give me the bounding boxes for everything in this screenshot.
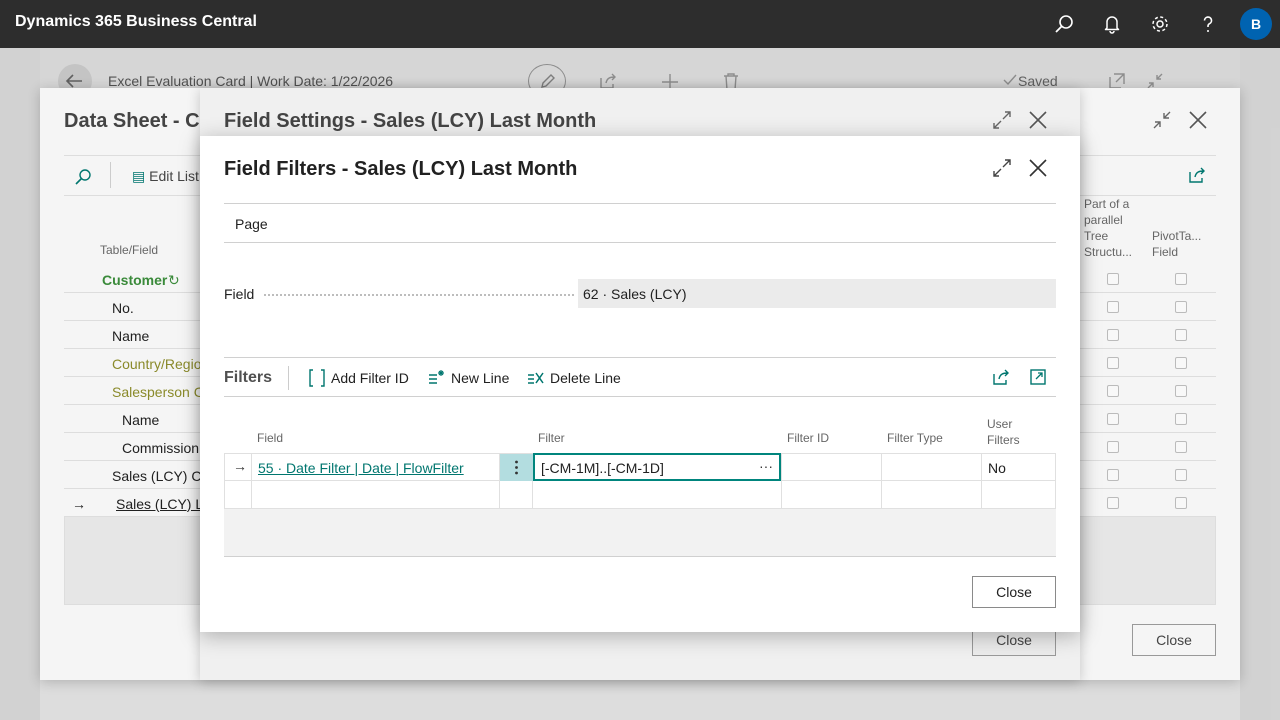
checkbox[interactable]	[1175, 497, 1187, 509]
edit-list-icon: ▤	[132, 168, 150, 184]
close-button[interactable]: Close	[1132, 624, 1216, 656]
checkbox[interactable]	[1107, 497, 1119, 509]
divider	[224, 357, 1056, 358]
row-arrow-icon: →	[72, 496, 86, 512]
column-header-parallel[interactable]: Part of a parallel Tree Structu...	[1084, 196, 1144, 260]
column-header-pivot[interactable]: PivotTa... Field	[1152, 228, 1212, 260]
field-leader-dots	[264, 294, 574, 296]
column-header-filter[interactable]: Filter	[538, 430, 565, 446]
open-in-window-icon[interactable]	[1029, 368, 1047, 386]
column-divider	[251, 481, 252, 508]
lookup-ellipsis-icon[interactable]: ···	[759, 458, 773, 474]
dialog-title: Field Filters - Sales (LCY) Last Month	[224, 158, 578, 180]
checkbox[interactable]	[1175, 385, 1187, 397]
filters-section-title[interactable]: Filters	[224, 369, 272, 387]
row-label: Sales (LCY) Cur	[112, 468, 214, 484]
column-divider	[781, 481, 782, 508]
table-row-empty[interactable]	[224, 481, 1056, 509]
column-header-table-field[interactable]: Table/Field	[100, 242, 158, 258]
app-title[interactable]: Dynamics 365 Business Central	[15, 13, 257, 31]
checkbox[interactable]	[1175, 301, 1187, 313]
checkbox[interactable]	[1175, 357, 1187, 369]
search-icon[interactable]	[74, 168, 92, 186]
column-divider	[981, 454, 982, 481]
row-actions-icon[interactable]	[500, 454, 533, 481]
close-icon[interactable]	[1188, 110, 1208, 130]
delete-line-icon	[528, 372, 544, 384]
row-label: Commission	[122, 440, 200, 456]
column-header-filter-id[interactable]: Filter ID	[787, 430, 829, 446]
data-sheet-title: Data Sheet - Cu	[64, 110, 212, 132]
user-filters-cell[interactable]: No	[988, 460, 1006, 476]
edit-list-button[interactable]: ▤ Edit List	[132, 168, 199, 185]
divider	[224, 556, 1056, 557]
checkbox[interactable]	[1175, 329, 1187, 341]
column-divider	[532, 481, 533, 508]
filter-field-link[interactable]: 55 · Date Filter | Date | FlowFilter	[258, 460, 464, 476]
checkbox[interactable]	[1107, 385, 1119, 397]
row-label: Name	[122, 412, 160, 428]
app-bar: Dynamics 365 Business Central B	[0, 0, 1280, 48]
refresh-icon[interactable]: ↻	[168, 272, 180, 289]
search-icon[interactable]	[1052, 12, 1076, 36]
checkbox[interactable]	[1175, 273, 1187, 285]
row-label: Salesperson Co	[112, 384, 212, 400]
row-label: Name	[112, 328, 150, 344]
column-header-filter-type[interactable]: Filter Type	[887, 430, 943, 446]
divider	[110, 162, 111, 188]
share-icon[interactable]	[1188, 166, 1206, 184]
checkbox[interactable]	[1175, 469, 1187, 481]
avatar[interactable]: B	[1240, 8, 1272, 40]
new-line-button[interactable]: New Line	[428, 368, 509, 388]
bracket-icon	[309, 369, 325, 387]
share-icon[interactable]	[992, 368, 1010, 386]
add-filter-id-button[interactable]: Add Filter ID	[308, 368, 409, 388]
row-label: Country/Regio	[112, 356, 202, 372]
collapse-icon[interactable]	[1152, 110, 1172, 130]
help-icon[interactable]	[1196, 12, 1220, 36]
field-value: 62 · Sales (LCY)	[578, 279, 1056, 308]
checkbox[interactable]	[1107, 301, 1119, 313]
close-icon[interactable]	[1028, 110, 1048, 130]
checkbox[interactable]	[1107, 469, 1119, 481]
new-line-icon	[429, 370, 444, 384]
divider	[224, 242, 1056, 243]
checkbox[interactable]	[1107, 357, 1119, 369]
field-settings-title: Field Settings - Sales (LCY) Last Month	[224, 110, 597, 132]
column-header-user-filters[interactable]: User Filters	[987, 416, 1037, 448]
row-arrow-icon: →	[233, 458, 247, 474]
column-divider	[881, 481, 882, 508]
column-divider	[981, 481, 982, 508]
delete-line-button[interactable]: Delete Line	[527, 368, 621, 388]
close-button[interactable]: Close	[972, 576, 1056, 608]
bell-icon[interactable]	[1100, 12, 1124, 36]
gear-icon[interactable]	[1148, 12, 1172, 36]
filter-input[interactable]: [-CM-1M]..[-CM-1D] ···	[533, 453, 781, 481]
divider	[224, 396, 1056, 397]
filter-input-value: [-CM-1M]..[-CM-1D]	[541, 460, 664, 476]
column-header-field[interactable]: Field	[257, 430, 283, 446]
row-label: No.	[112, 300, 134, 316]
page-section-header[interactable]: Page	[235, 216, 268, 232]
expand-icon[interactable]	[992, 158, 1012, 178]
divider	[224, 203, 1056, 204]
column-divider	[499, 481, 500, 508]
expand-icon[interactable]	[992, 110, 1012, 130]
checkbox[interactable]	[1107, 329, 1119, 341]
checkbox[interactable]	[1107, 441, 1119, 453]
checkbox[interactable]	[1107, 413, 1119, 425]
row-label: Customer	[102, 272, 168, 288]
checkbox[interactable]	[1107, 273, 1119, 285]
table-row[interactable]: → 55 · Date Filter | Date | FlowFilter […	[224, 453, 1056, 481]
column-divider	[251, 454, 252, 481]
column-divider	[781, 454, 782, 481]
close-icon[interactable]	[1028, 158, 1048, 178]
field-label: Field	[224, 286, 255, 302]
field-filters-dialog: Field Filters - Sales (LCY) Last Month P…	[200, 136, 1080, 632]
divider	[288, 366, 289, 390]
checkbox[interactable]	[1175, 441, 1187, 453]
checkbox[interactable]	[1175, 413, 1187, 425]
column-divider	[881, 454, 882, 481]
row-label[interactable]: Sales (LCY) La	[116, 496, 211, 512]
